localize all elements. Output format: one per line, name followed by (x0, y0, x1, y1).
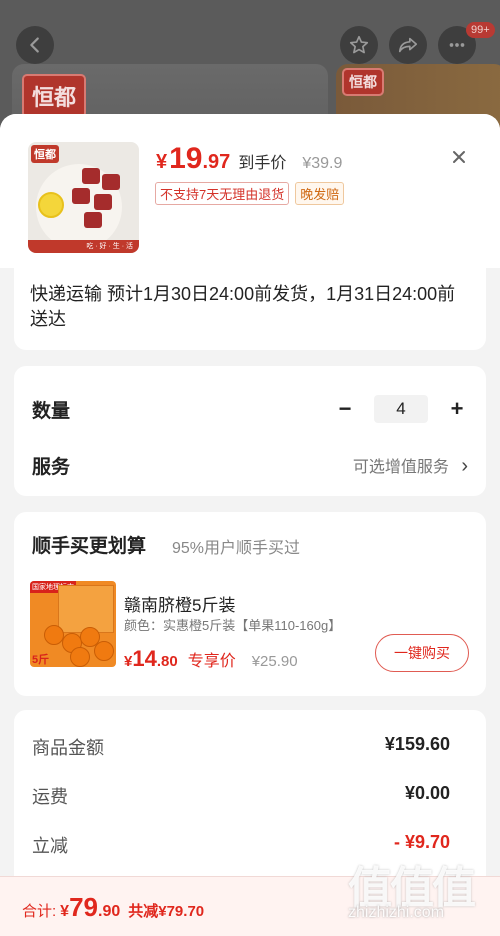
message-count-badge: 99+ (466, 22, 495, 38)
service-label: 服务 (32, 457, 71, 478)
quantity-stepper: − 4 + (334, 395, 468, 423)
checkout-bar: 合计: ¥ 79 .90 共减¥79.70 (0, 876, 500, 936)
purchase-sheet: 恒都 吃 · 好 · 生 · 活 ¥ 19 .97 到手价 ¥39.9 不支持7… (0, 114, 500, 936)
upsell-title: 顺手买更划算 (32, 536, 147, 557)
thumbnail-weight: 5斤 (32, 654, 50, 666)
more-icon (449, 43, 465, 47)
chevron-left-icon (30, 37, 39, 53)
share-icon (398, 37, 418, 53)
lemon-graphic (38, 192, 64, 218)
service-selector[interactable]: 可选增值服务 › (353, 453, 468, 478)
total-label: 合计: (22, 903, 57, 920)
upsell-original-price: ¥25.90 (251, 653, 298, 670)
discount-label: 立减 (32, 836, 68, 856)
delivery-info: 快递运输 预计1月30日24:00前发货，1月31日24:00前送达 (14, 268, 486, 350)
close-icon[interactable] (450, 148, 468, 166)
upsell-item-spec: 颜色：实惠橙5斤装【单果110-160g】 (124, 618, 342, 633)
chevron-right-icon: › (461, 455, 468, 477)
increase-button[interactable]: + (446, 398, 468, 420)
product-header: 恒都 吃 · 好 · 生 · 活 ¥ 19 .97 到手价 ¥39.9 不支持7… (0, 114, 500, 268)
shipping-value: ¥0.00 (404, 783, 450, 803)
star-icon (349, 35, 369, 54)
total-saved: 共减¥79.70 (128, 903, 205, 920)
price-integer: 19 (169, 142, 203, 175)
product-price: ¥ 19 .97 到手价 ¥39.9 (156, 142, 342, 176)
price-note: 到手价 (238, 155, 287, 172)
currency-symbol: ¥ (156, 151, 168, 173)
upsell-thumbnail[interactable]: 国家地理标志 5斤 (30, 581, 116, 667)
meat-cube (82, 168, 100, 184)
brand-logo: 恒都 (22, 74, 87, 118)
price-integer: 14 (132, 646, 157, 671)
quantity-input[interactable]: 4 (374, 395, 428, 423)
no-return-tag: 不支持7天无理由退货 (155, 182, 290, 205)
shipping-label: 运费 (32, 787, 68, 807)
price-decimal: .97 (202, 151, 231, 173)
exclusive-price-label: 专享价 (187, 653, 236, 670)
original-price: ¥39.9 (302, 155, 343, 172)
goods-amount-value: ¥159.60 (384, 734, 450, 754)
meat-cube (84, 212, 102, 228)
quantity-service-card: 数量 − 4 + 服务 可选增值服务 › (14, 366, 486, 496)
one-click-buy-button[interactable]: 一键购买 (375, 634, 469, 672)
orange-graphic (94, 641, 114, 661)
orange-graphic (44, 625, 64, 645)
late-delivery-compensation-tag[interactable]: 晚发赔 (295, 182, 345, 205)
goods-amount-label: 商品金额 (32, 738, 104, 758)
product-thumbnail: 恒都 吃 · 好 · 生 · 活 (28, 142, 139, 253)
total-decimal: .90 (98, 903, 121, 920)
currency-symbol: ¥ (60, 903, 70, 920)
orange-graphic (70, 647, 90, 667)
service-value: 可选增值服务 (352, 459, 449, 476)
back-button[interactable] (16, 26, 54, 64)
total-integer: 79 (69, 892, 98, 922)
brand-logo-2: 恒都 (342, 68, 384, 96)
meat-cube (72, 188, 90, 204)
upsell-card: 顺手买更划算 95%用户顺手买过 国家地理标志 5斤 赣南脐橙5斤装 颜色：实惠… (14, 512, 486, 696)
gift-box-graphic (58, 585, 114, 633)
meat-cube (94, 194, 112, 210)
favorite-button[interactable] (340, 26, 378, 64)
decrease-button[interactable]: − (334, 398, 356, 420)
upsell-item-name[interactable]: 赣南脐橙5斤装 (124, 591, 235, 616)
discount-value: - ¥9.70 (393, 832, 450, 852)
thumbnail-slogan: 吃 · 好 · 生 · 活 (28, 240, 139, 253)
upsell-subtitle: 95%用户顺手买过 (172, 540, 301, 557)
quantity-label: 数量 (32, 401, 71, 422)
share-button[interactable] (389, 26, 427, 64)
meat-cube (102, 174, 120, 190)
currency-symbol: ¥ (124, 653, 133, 670)
thumbnail-logo: 恒都 (31, 145, 59, 163)
price-decimal: .80 (156, 653, 178, 670)
total-amount: 合计: ¥ 79 .90 共减¥79.70 (22, 892, 204, 923)
product-tags: 不支持7天无理由退货 晚发赔 (155, 182, 345, 205)
upsell-price: ¥ 14 .80 专享价 ¥25.90 (124, 646, 298, 672)
